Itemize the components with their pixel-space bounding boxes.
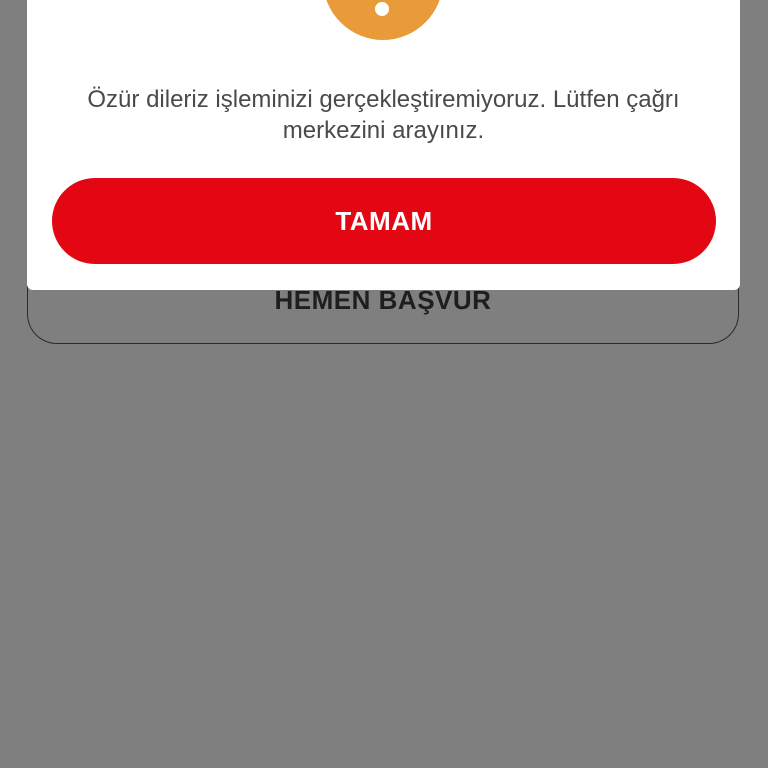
- ok-button[interactable]: TAMAM: [52, 178, 716, 264]
- warning-icon-dot: [375, 2, 389, 16]
- warning-icon: [323, 0, 443, 40]
- error-dialog: Özür dileriz işleminizi gerçekleştiremiy…: [27, 0, 740, 290]
- error-message: Özür dileriz işleminizi gerçekleştiremiy…: [87, 86, 680, 144]
- screen: HEMEN BAŞVUR Özür dileriz işleminizi ger…: [0, 0, 768, 768]
